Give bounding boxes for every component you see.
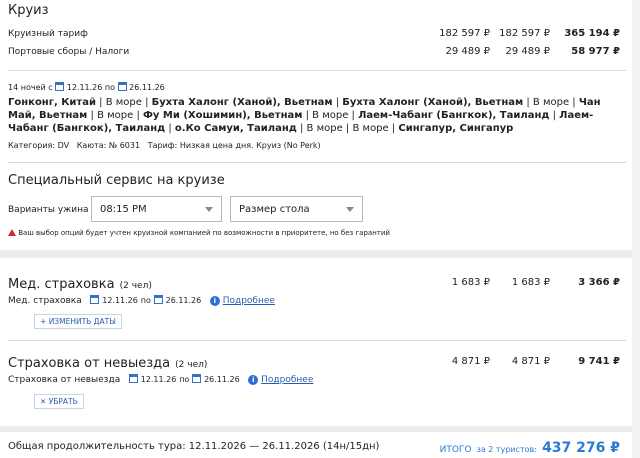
insurance-card: Мед. страховка (2 чел) 1 683 ₽ 1 683 ₽ 3… [0,258,632,426]
calendar-icon [153,295,163,304]
route-separator: | В море | [87,110,143,121]
divider [8,162,626,163]
fare-total: 365 194 ₽ [564,28,620,39]
fare-v1: 182 597 ₽ [439,28,490,39]
route-separator: | [332,97,343,108]
cancel-date-from: 12.11.26 [140,375,177,384]
divider [8,70,626,71]
med-details-link[interactable]: Подробнее [223,296,275,306]
cancel-label: Страховка от невыезда [8,375,121,385]
calendar-icon [192,374,202,383]
cancel-v2: 4 871 ₽ [511,356,550,367]
cancel-date-sep: по [179,375,190,384]
taxes-label: Портовые сборы / Налоги [8,47,130,57]
route-port: Бухта Халонг (Ханой), Вьетнам [151,97,333,108]
fare-label: Круизный тариф [8,29,88,39]
fare-v2: 182 597 ₽ [499,28,550,39]
route-port: Бухта Халонг (Ханой), Вьетнам [342,97,524,108]
med-v2: 1 683 ₽ [511,277,550,288]
table-size-select[interactable]: Размер стола [230,196,363,222]
calendar-icon [90,295,100,304]
chevron-down-icon [205,207,213,212]
divider [8,340,626,341]
total-block: ИТОГО за 2 туристов: 437 276 ₽ [440,437,620,456]
route-port: Фу Ми (Хошимин), Вьетнам [143,110,303,121]
route-port: о.Ко Самуи, Таиланд [174,123,297,134]
route-port: Сингапур, Сингапур [398,123,514,134]
tariff: Тариф: Низкая цена дня. Круиз (No Perk) [147,141,321,150]
category: Категория: DV [8,141,70,150]
cancel-header: Страховка от невыезда (2 чел) [8,352,207,371]
route-separator: | В море | [302,110,359,121]
med-total: 3 366 ₽ [578,277,620,288]
med-date-to: 26.11.26 [165,296,202,305]
tour-duration: Общая продолжительность тура: 12.11.2026… [8,441,380,452]
cancel-row: Страховка от невыезда 12.11.26 по 26.11.… [8,374,313,385]
med-row: Мед. страховка 12.11.26 по 26.11.26 i По… [8,295,275,306]
special-title: Специальный сервис на круизе [8,173,225,188]
dinner-select[interactable]: 08:15 PM [91,196,222,222]
remove-label: УБРАТЬ [48,397,78,406]
nights-label: 14 ночей с [8,83,53,92]
remove-button[interactable]: ✕ УБРАТЬ [34,394,84,409]
footer-bar: Общая продолжительность тура: 12.11.2026… [0,432,632,458]
med-date-sep: по [140,296,151,305]
change-dates-label: ИЗМЕНИТЬ ДАТЫ [48,317,116,326]
cancel-details-link[interactable]: Подробнее [261,375,313,385]
route-separator: | В море | В море | [296,123,399,134]
med-people: (2 чел) [119,281,152,291]
route-separator: | [165,123,175,134]
cancel-people: (2 чел) [175,360,208,370]
scrollbar[interactable] [632,0,640,458]
calendar-icon [117,82,127,91]
date-from: 12.11.26 [66,83,103,92]
cabin-info: Категория: DV Каюта: № 6031 Тариф: Низка… [8,141,321,150]
cancel-total: 9 741 ₽ [578,356,620,367]
cruise-title: Круиз [8,3,49,18]
total-sub: за 2 туристов: [476,445,537,454]
chevron-down-icon [346,207,354,212]
info-icon[interactable]: i [248,375,259,385]
route-port: Лаем-Чабанг (Бангкок), Таиланд [358,110,550,121]
cruise-dates: 14 ночей с 12.11.26 по 26.11.26 [8,82,165,92]
dinner-label: Варианты ужина [8,205,89,215]
med-v1: 1 683 ₽ [451,277,490,288]
taxes-total: 58 977 ₽ [571,46,620,57]
warning-icon [8,229,16,236]
taxes-v1: 29 489 ₽ [445,46,490,57]
cruise-card: Круиз Круизный тариф 182 597 ₽ 182 597 ₽… [0,0,632,250]
route-separator: | В море | [95,97,152,108]
info-icon[interactable]: i [209,296,220,306]
med-date-from: 12.11.26 [102,296,138,305]
med-label: Мед. страховка [8,296,82,306]
notice: Ваш выбор опций будет учтен круизной ком… [8,229,390,237]
cancel-v1: 4 871 ₽ [451,356,490,367]
date-to: 26.11.26 [129,83,165,92]
route-port: Гонконг, Китай [8,97,96,108]
date-sep: по [104,83,116,92]
table-size-value: Размер стола [239,204,310,215]
cruise-route: Гонконг, Китай | В море | Бухта Халонг (… [8,96,628,135]
change-dates-button[interactable]: + ИЗМЕНИТЬ ДАТЫ [34,314,122,329]
cancel-title: Страховка от невыезда [8,356,171,371]
route-separator: | В море | [523,97,579,108]
total-label: ИТОГО [439,445,472,455]
cancel-date-to: 26.11.26 [204,375,240,384]
dinner-value: 08:15 PM [100,204,147,215]
route-separator: | [549,110,560,121]
plus-icon: + [40,317,47,326]
calendar-icon [128,374,138,383]
notice-text: Ваш выбор опций будет учтен круизной ком… [18,229,390,237]
total-value: 437 276 ₽ [542,440,620,456]
taxes-v2: 29 489 ₽ [505,46,550,57]
calendar-icon [55,82,65,91]
med-title: Мед. страховка [8,277,115,292]
med-header: Мед. страховка (2 чел) [8,273,152,292]
close-icon: ✕ [40,397,47,406]
cabin-number: Каюта: № 6031 [76,141,141,150]
